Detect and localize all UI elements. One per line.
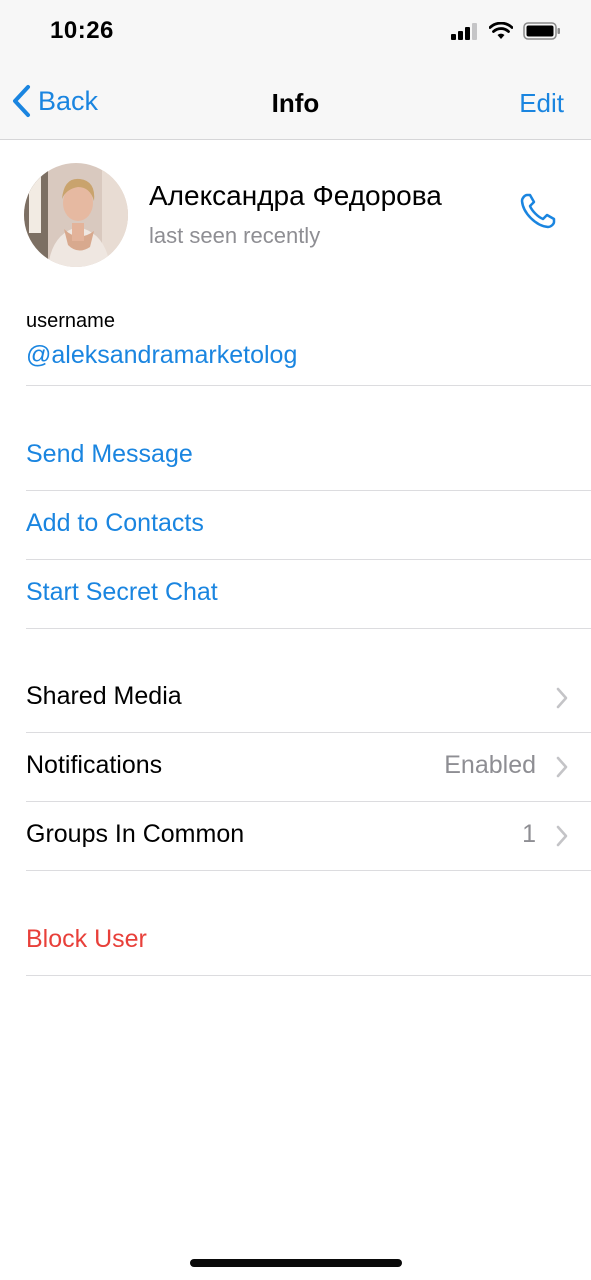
divider [26,870,591,871]
block-user-button[interactable]: Block User [0,906,591,975]
profile-header: Александра Федорова last seen recently [0,140,591,290]
start-secret-chat-button[interactable]: Start Secret Chat [0,559,591,628]
chevron-right-icon [556,756,568,778]
send-message-button[interactable]: Send Message [0,421,591,490]
divider [26,385,591,386]
page-title: Info [271,88,320,118]
divider [26,628,591,629]
avatar-photo [24,163,128,267]
status-time: 10:26 [50,17,114,44]
notifications-label: Notifications [26,751,163,779]
shared-media-label: Shared Media [26,682,182,710]
edit-button[interactable]: Edit [519,88,564,119]
groups-in-common-row[interactable]: Groups In Common 1 [0,801,591,870]
start-secret-chat-label: Start Secret Chat [26,578,218,606]
notifications-value: Enabled [444,751,536,779]
chevron-right-icon [556,687,568,709]
send-message-label: Send Message [26,440,193,468]
notifications-row[interactable]: Notifications Enabled [0,732,591,801]
divider [26,975,591,976]
home-indicator[interactable] [190,1259,402,1267]
navigation-bar: Back Info Edit [0,62,591,140]
battery-icon [523,22,560,40]
avatar[interactable] [24,163,128,267]
profile-status: last seen recently [149,223,321,248]
shared-media-row[interactable]: Shared Media [0,663,591,732]
add-to-contacts-label: Add to Contacts [26,509,204,537]
block-user-label: Block User [26,925,147,953]
phone-icon[interactable] [518,191,558,231]
signal-icon [451,23,477,40]
profile-name: Александра Федорова [149,180,442,211]
groups-in-common-label: Groups In Common [26,820,245,848]
wifi-icon [489,22,513,39]
groups-in-common-count: 1 [522,820,536,848]
add-to-contacts-button[interactable]: Add to Contacts [0,490,591,559]
status-bar: 10:26 [0,0,591,62]
status-icons [451,22,561,40]
chevron-right-icon [556,825,568,847]
username-link[interactable]: @aleksandramarketolog [26,341,297,370]
username-label: username [26,310,115,332]
